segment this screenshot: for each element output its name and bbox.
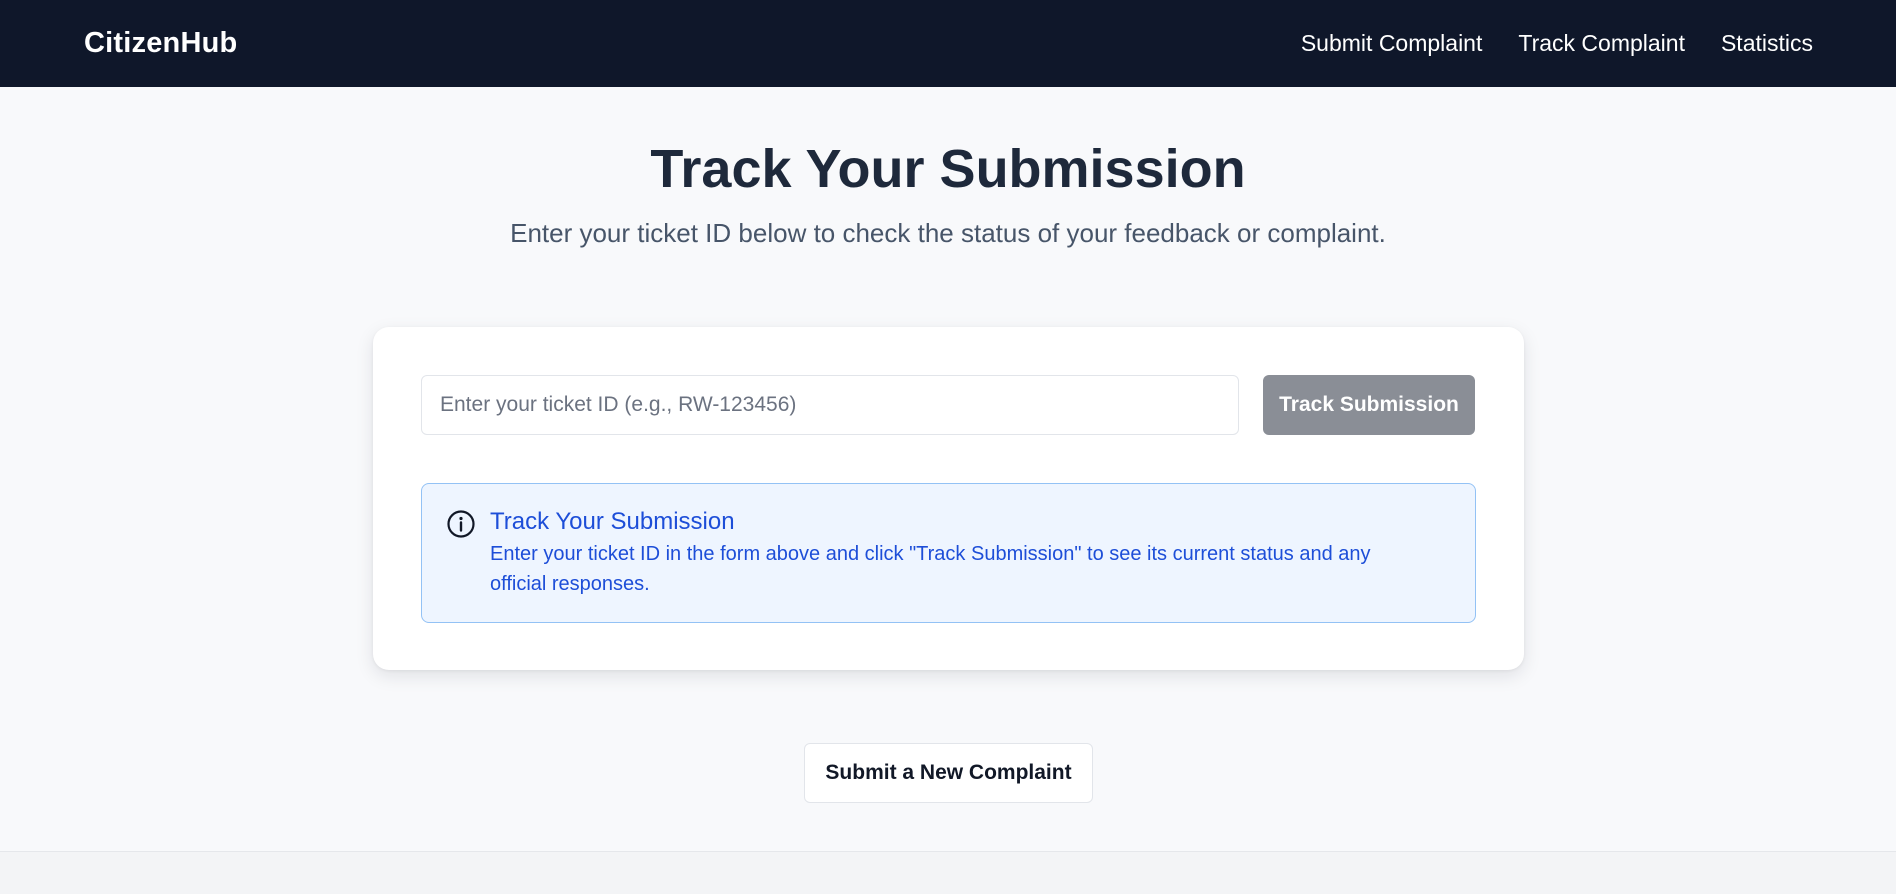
page-title: Track Your Submission (650, 139, 1246, 199)
nav-link-track-complaint[interactable]: Track Complaint (1518, 30, 1685, 57)
track-form: Track Submission (421, 375, 1476, 435)
info-alert-body: Enter your ticket ID in the form above a… (490, 543, 1371, 596)
top-navbar: CitizenHub Submit Complaint Track Compla… (0, 0, 1896, 87)
info-icon (447, 510, 475, 538)
ticket-id-input[interactable] (421, 375, 1239, 435)
info-alert: Track Your Submission Enter your ticket … (421, 483, 1476, 623)
nav-link-submit-complaint[interactable]: Submit Complaint (1301, 30, 1483, 57)
info-alert-title: Track Your Submission (490, 508, 735, 535)
track-card: Track Submission Track Your Submission E… (373, 327, 1524, 670)
submit-new-complaint-button[interactable]: Submit a New Complaint (804, 743, 1093, 803)
hero-section: Track Your Submission Enter your ticket … (0, 87, 1896, 251)
page-subtitle: Enter your ticket ID below to check the … (510, 217, 1386, 248)
page-footer (0, 851, 1896, 894)
info-alert-text: Track Your Submission Enter your ticket … (490, 506, 1451, 599)
brand-logo[interactable]: CitizenHub (84, 27, 237, 60)
nav-links: Submit Complaint Track Complaint Statist… (1301, 30, 1813, 57)
track-submission-button[interactable]: Track Submission (1263, 375, 1475, 435)
nav-link-statistics[interactable]: Statistics (1721, 30, 1813, 57)
